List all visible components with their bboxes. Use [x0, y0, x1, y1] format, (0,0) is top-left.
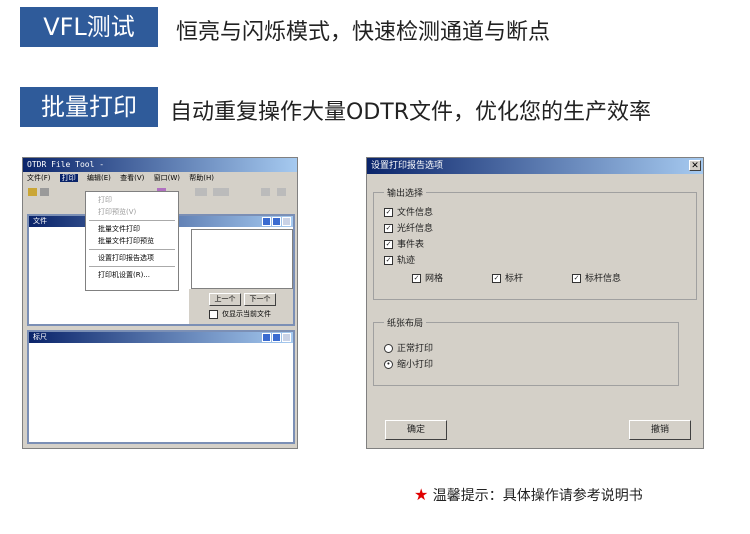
ruler-child-window: 标尺	[27, 330, 295, 444]
save-icon[interactable]	[40, 188, 49, 196]
menu-bar: 文件(F) 打印 编辑(E) 查看(V) 窗口(W) 帮助(H)	[23, 172, 297, 185]
menu-view[interactable]: 查看(V)	[120, 174, 144, 182]
only-current-checkbox[interactable]: 仅显示当前文件	[209, 309, 271, 319]
prev-button[interactable]: 上一个	[209, 293, 241, 306]
marker-checkbox[interactable]: ✓ 标杆	[492, 271, 523, 284]
menu-item-print-preview: 打印预览(V)	[98, 208, 137, 216]
marker-info-checkbox[interactable]: ✓ 标杆信息	[572, 271, 621, 284]
menu-separator	[89, 249, 175, 250]
menu-item-report-options[interactable]: 设置打印报告选项	[86, 252, 178, 264]
normal-print-radio[interactable]: 正常打印	[384, 341, 433, 354]
fiber-info-checkbox[interactable]: ✓ 光纤信息	[384, 221, 433, 234]
otdr-file-tool-window: OTDR File Tool - 文件(F) 打印 编辑(E) 查看(V) 窗口…	[22, 157, 298, 449]
menu-help[interactable]: 帮助(H)	[189, 174, 214, 182]
ok-button[interactable]: 确定	[385, 420, 447, 440]
menu-item-print: 打印	[98, 196, 112, 204]
menu-separator	[89, 220, 175, 221]
maximize-icon[interactable]	[272, 333, 281, 342]
trace-icon[interactable]	[195, 188, 207, 196]
menu-edit[interactable]: 编辑(E)	[87, 174, 111, 182]
batch-print-tag: 批量打印	[20, 87, 158, 127]
zoom-icon[interactable]	[261, 188, 270, 196]
next-button[interactable]: 下一个	[244, 293, 276, 306]
event-table-checkbox[interactable]: ✓ 事件表	[384, 237, 424, 250]
dialog-title: 设置打印报告选项 ✕	[367, 158, 703, 174]
trace-checkbox[interactable]: ✓ 轨迹	[384, 253, 415, 266]
window-title: OTDR File Tool -	[23, 158, 297, 172]
output-selection-label: 输出选择	[384, 186, 427, 199]
close-icon[interactable]: ✕	[689, 160, 701, 171]
menu-window[interactable]: 窗口(W)	[154, 174, 180, 182]
menu-file[interactable]: 文件(F)	[27, 174, 51, 182]
tip-note: ★ 温馨提示：具体操作请参考说明书	[414, 485, 643, 505]
menu-separator	[89, 266, 175, 267]
vfl-test-description: 恒亮与闪烁模式，快速检测通道与断点	[176, 20, 551, 45]
tip-text: 温馨提示：具体操作请参考说明书	[432, 488, 643, 504]
print-menu-dropdown: 打印 打印预览(V) 批量文件打印 批量文件打印预览 设置打印报告选项 打印机设…	[85, 191, 179, 291]
minimize-icon[interactable]	[262, 333, 271, 342]
report-options-dialog: 设置打印报告选项 ✕ 输出选择 ✓ 文件信息 ✓ 光纤信息 ✓ 事件表 ✓ 轨迹 ✓ 网格…	[366, 157, 704, 449]
shrink-print-radio[interactable]: • 缩小打印	[384, 357, 433, 370]
close-icon[interactable]	[282, 333, 291, 342]
minimize-icon[interactable]	[262, 217, 271, 226]
child-window-title: 标尺	[33, 333, 47, 341]
file-nav-panel: 上一个 下一个 仅显示当前文件	[189, 289, 293, 324]
batch-print-description: 自动重复操作大量ODTR文件，优化您的生产效率	[170, 100, 651, 125]
file-list[interactable]	[191, 229, 293, 289]
grid-checkbox[interactable]: ✓ 网格	[412, 271, 443, 284]
fit-icon[interactable]	[277, 188, 286, 196]
maximize-icon[interactable]	[272, 217, 281, 226]
open-folder-icon[interactable]	[28, 188, 37, 196]
cancel-button[interactable]: 撤销	[629, 420, 691, 440]
paper-layout-group: 纸张布局 正常打印 • 缩小打印	[373, 316, 679, 386]
vfl-test-tag: VFL测试	[20, 7, 158, 47]
close-icon[interactable]	[282, 217, 291, 226]
menu-item-printer-setup[interactable]: 打印机设置(R)...	[86, 269, 178, 281]
paper-layout-label: 纸张布局	[384, 316, 427, 329]
child-window-title: 文件	[33, 217, 47, 225]
output-selection-group: 输出选择 ✓ 文件信息 ✓ 光纤信息 ✓ 事件表 ✓ 轨迹 ✓ 网格 ✓ 标杆 ✓ 标杆信息	[373, 186, 697, 300]
pulse-icon[interactable]	[213, 188, 229, 196]
file-info-checkbox[interactable]: ✓ 文件信息	[384, 205, 433, 218]
star-icon: ★	[414, 485, 429, 504]
menu-item-batch-print-preview[interactable]: 批量文件打印预览	[86, 235, 178, 247]
menu-print[interactable]: 打印	[59, 174, 78, 182]
menu-item-batch-print[interactable]: 批量文件打印	[86, 223, 178, 235]
